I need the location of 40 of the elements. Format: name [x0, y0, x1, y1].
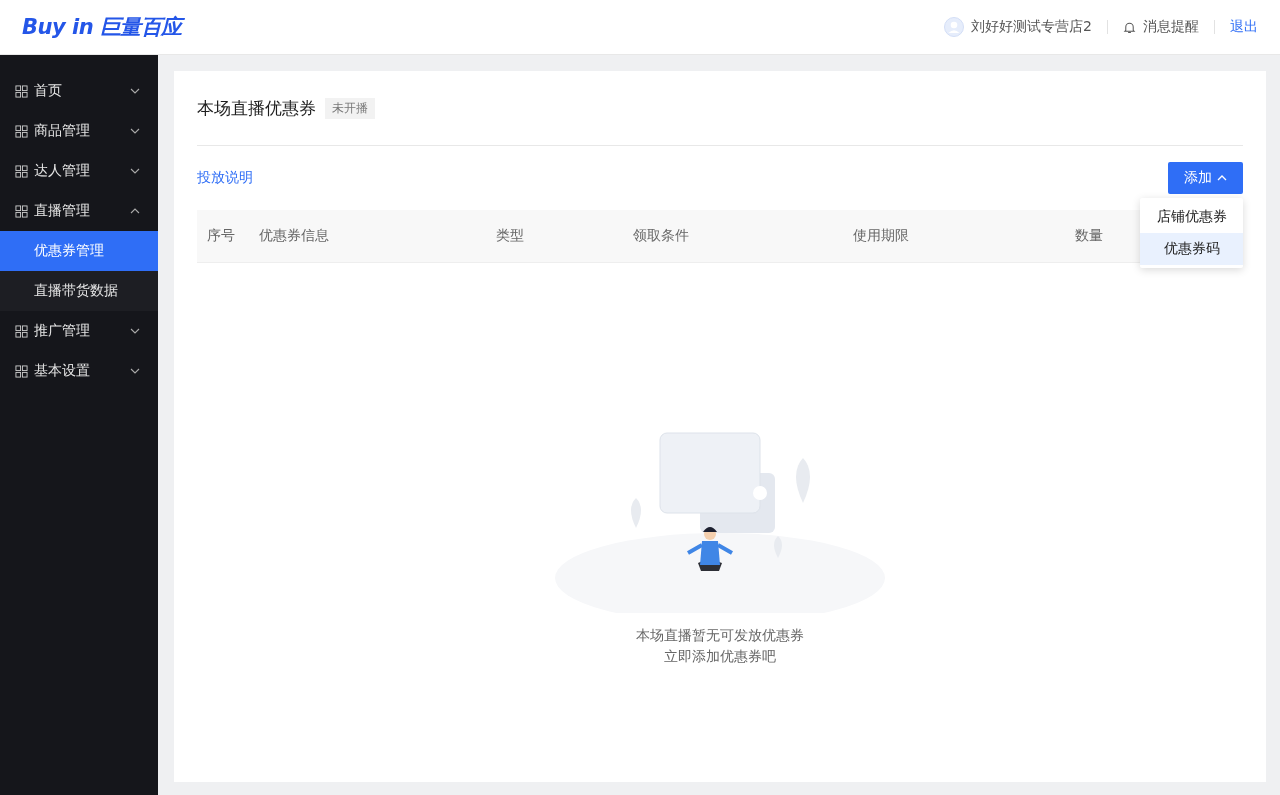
grid-icon [15, 124, 28, 138]
help-link[interactable]: 投放说明 [197, 169, 253, 187]
status-tag: 未开播 [325, 97, 375, 119]
logout-link[interactable]: 退出 [1230, 18, 1258, 36]
grid-icon [15, 364, 28, 378]
menu-item[interactable]: 店铺优惠券 [1140, 201, 1243, 233]
add-button[interactable]: 添加 [1168, 162, 1243, 194]
avatar-icon [944, 17, 965, 37]
grid-icon [15, 204, 28, 218]
chevron-icon [130, 168, 140, 174]
notifications-link[interactable]: 消息提醒 [1143, 18, 1199, 36]
grid-icon [15, 164, 28, 178]
chevron-icon [130, 128, 140, 134]
column-header: 类型 [495, 227, 525, 245]
shop-name[interactable]: 刘好好测试专营店2 [971, 18, 1092, 36]
page-title: 本场直播优惠券 [197, 96, 316, 120]
column-header: 序号 [206, 227, 236, 245]
nav-subitem[interactable]: 直播带货数据 [0, 271, 158, 311]
grid-icon [15, 84, 28, 98]
nav-item[interactable]: 首页 [0, 71, 158, 111]
empty-message: 立即添加优惠券吧 [664, 647, 776, 666]
bell-icon[interactable] [1123, 20, 1136, 34]
nav-subitem[interactable]: 优惠券管理 [0, 231, 158, 271]
chevron-icon [130, 328, 140, 334]
column-header: 使用期限 [852, 227, 910, 245]
chevron-icon [130, 208, 140, 214]
nav-item[interactable]: 达人管理 [0, 151, 158, 191]
grid-icon [15, 324, 28, 338]
column-header: 优惠券信息 [258, 227, 330, 245]
menu-item[interactable]: 优惠券码 [1140, 233, 1243, 265]
nav-item[interactable]: 基本设置 [0, 351, 158, 391]
empty-message: 本场直播暂无可发放优惠券 [636, 626, 804, 645]
column-header: 领取条件 [632, 227, 690, 245]
nav-item[interactable]: 商品管理 [0, 111, 158, 151]
chevron-icon [130, 368, 140, 374]
nav-item[interactable]: 推广管理 [0, 311, 158, 351]
column-header: 数量 [1074, 227, 1104, 245]
caret-icon [1217, 175, 1227, 181]
nav-item[interactable]: 直播管理 [0, 191, 158, 231]
chevron-icon [130, 88, 140, 94]
